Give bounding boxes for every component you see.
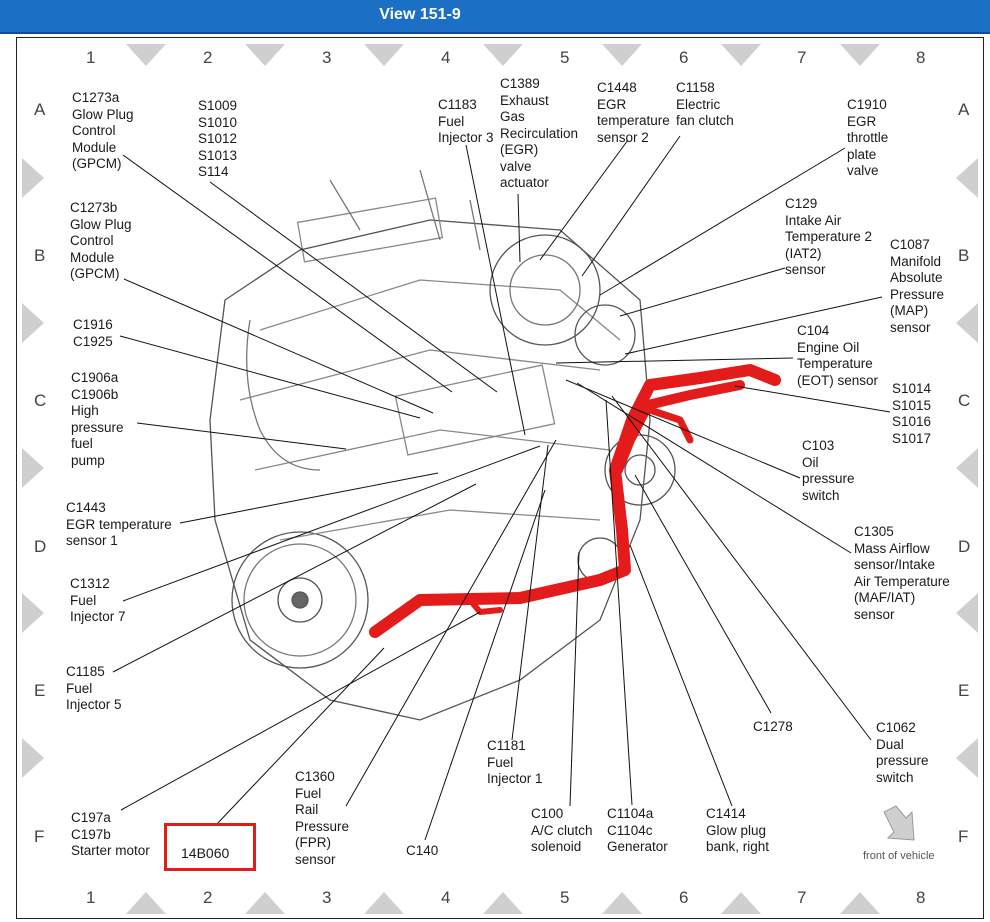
grid-row-left: F <box>34 827 45 846</box>
grid-col-bottom: 2 <box>203 888 213 907</box>
callout-c1062: C1062 Dual pressure switch <box>876 720 929 785</box>
callout-c1087: C1087 Manifold Absolute Pressure (MAP) s… <box>890 237 945 335</box>
callout-c197: C197a C197b Starter motor <box>71 810 150 858</box>
callout-c1312: C1312 Fuel Injector 7 <box>70 576 126 624</box>
front-of-vehicle-label: front of vehicle <box>863 850 935 862</box>
grid-col-top: 6 <box>679 48 689 67</box>
callout-c1183: C1183 Fuel Injector 3 <box>438 97 494 145</box>
callout-c1910: C1910 EGR throttle plate valve <box>847 97 889 178</box>
callout-c100: C100 A/C clutch solenoid <box>531 806 593 854</box>
callout-c1916: C1916 C1925 <box>73 317 113 349</box>
grid-col-top: 7 <box>797 48 807 67</box>
callout-c1448: C1448 EGR temperature sensor 2 <box>597 80 670 145</box>
grid-col-bottom: 7 <box>797 888 807 907</box>
callout-s1014: S1014 S1015 S1016 S1017 <box>892 381 932 446</box>
callout-c1273b: C1273b Glow Plug Control Module (GPCM) <box>70 200 132 281</box>
grid-col-top: 5 <box>560 48 570 67</box>
grid-row-left: E <box>34 681 46 700</box>
grid-col-bottom: 5 <box>560 888 570 907</box>
grid-col-top: 8 <box>916 48 926 67</box>
callout-c1414: C1414 Glow plug bank, right <box>706 806 770 854</box>
wiring-harness <box>369 364 781 638</box>
callout-c1305: C1305 Mass Airflow sensor/Intake Air Tem… <box>854 524 950 622</box>
callout-c1443: C1443 EGR temperature sensor 1 <box>66 500 172 548</box>
callout-c104: C104 Engine Oil Temperature (EOT) sensor <box>797 323 879 388</box>
grid-row-right: A <box>958 100 970 119</box>
grid-row-right: C <box>958 391 971 410</box>
grid-col-bottom: 4 <box>441 888 451 907</box>
grid-col-top: 3 <box>322 48 332 67</box>
grid-col-top: 2 <box>203 48 213 67</box>
callout-s1009: S1009 S1010 S1012 S1013 S114 <box>198 98 238 179</box>
grid-col-bottom: 1 <box>86 888 96 907</box>
front-arrow-icon <box>883 805 915 841</box>
callout-c1360: C1360 Fuel Rail Pressure (FPR) sensor <box>295 769 350 867</box>
callout-c103: C103 Oil pressure switch <box>802 438 855 503</box>
grid-row-right: D <box>958 537 971 556</box>
callout-c1273a: C1273a Glow Plug Control Module (GPCM) <box>72 90 134 171</box>
grid-row-left: B <box>34 246 46 265</box>
grid-row-left: A <box>34 100 46 119</box>
grid-row-left: D <box>34 537 47 556</box>
grid-col-bottom: 3 <box>322 888 332 907</box>
grid-row-right: F <box>958 827 969 846</box>
grid-col-bottom: 8 <box>916 888 926 907</box>
callout-c1181: C1181 Fuel Injector 1 <box>487 738 543 786</box>
callout-c1906: C1906a C1906b High pressure fuel pump <box>71 370 124 468</box>
callout-c1389: C1389 Exhaust Gas Recirculation (EGR) va… <box>500 76 579 190</box>
grid-row-right: E <box>958 681 970 700</box>
callout-c1185: C1185 Fuel Injector 5 <box>66 664 122 712</box>
callout-c140: C140 <box>406 843 439 858</box>
grid-row-left: C <box>34 391 47 410</box>
grid-row-right: B <box>958 246 970 265</box>
callout-c1278: C1278 <box>753 719 793 734</box>
grid-col-top: 1 <box>86 48 96 67</box>
callout-c1104: C1104a C1104c Generator <box>607 806 668 854</box>
callout-c129: C129 Intake Air Temperature 2 (IAT2) sen… <box>785 196 873 277</box>
part-number: 14B060 <box>181 845 230 861</box>
grid-col-bottom: 6 <box>679 888 689 907</box>
grid-col-top: 4 <box>441 48 451 67</box>
callout-c1158: C1158 Electric fan clutch <box>676 80 734 128</box>
